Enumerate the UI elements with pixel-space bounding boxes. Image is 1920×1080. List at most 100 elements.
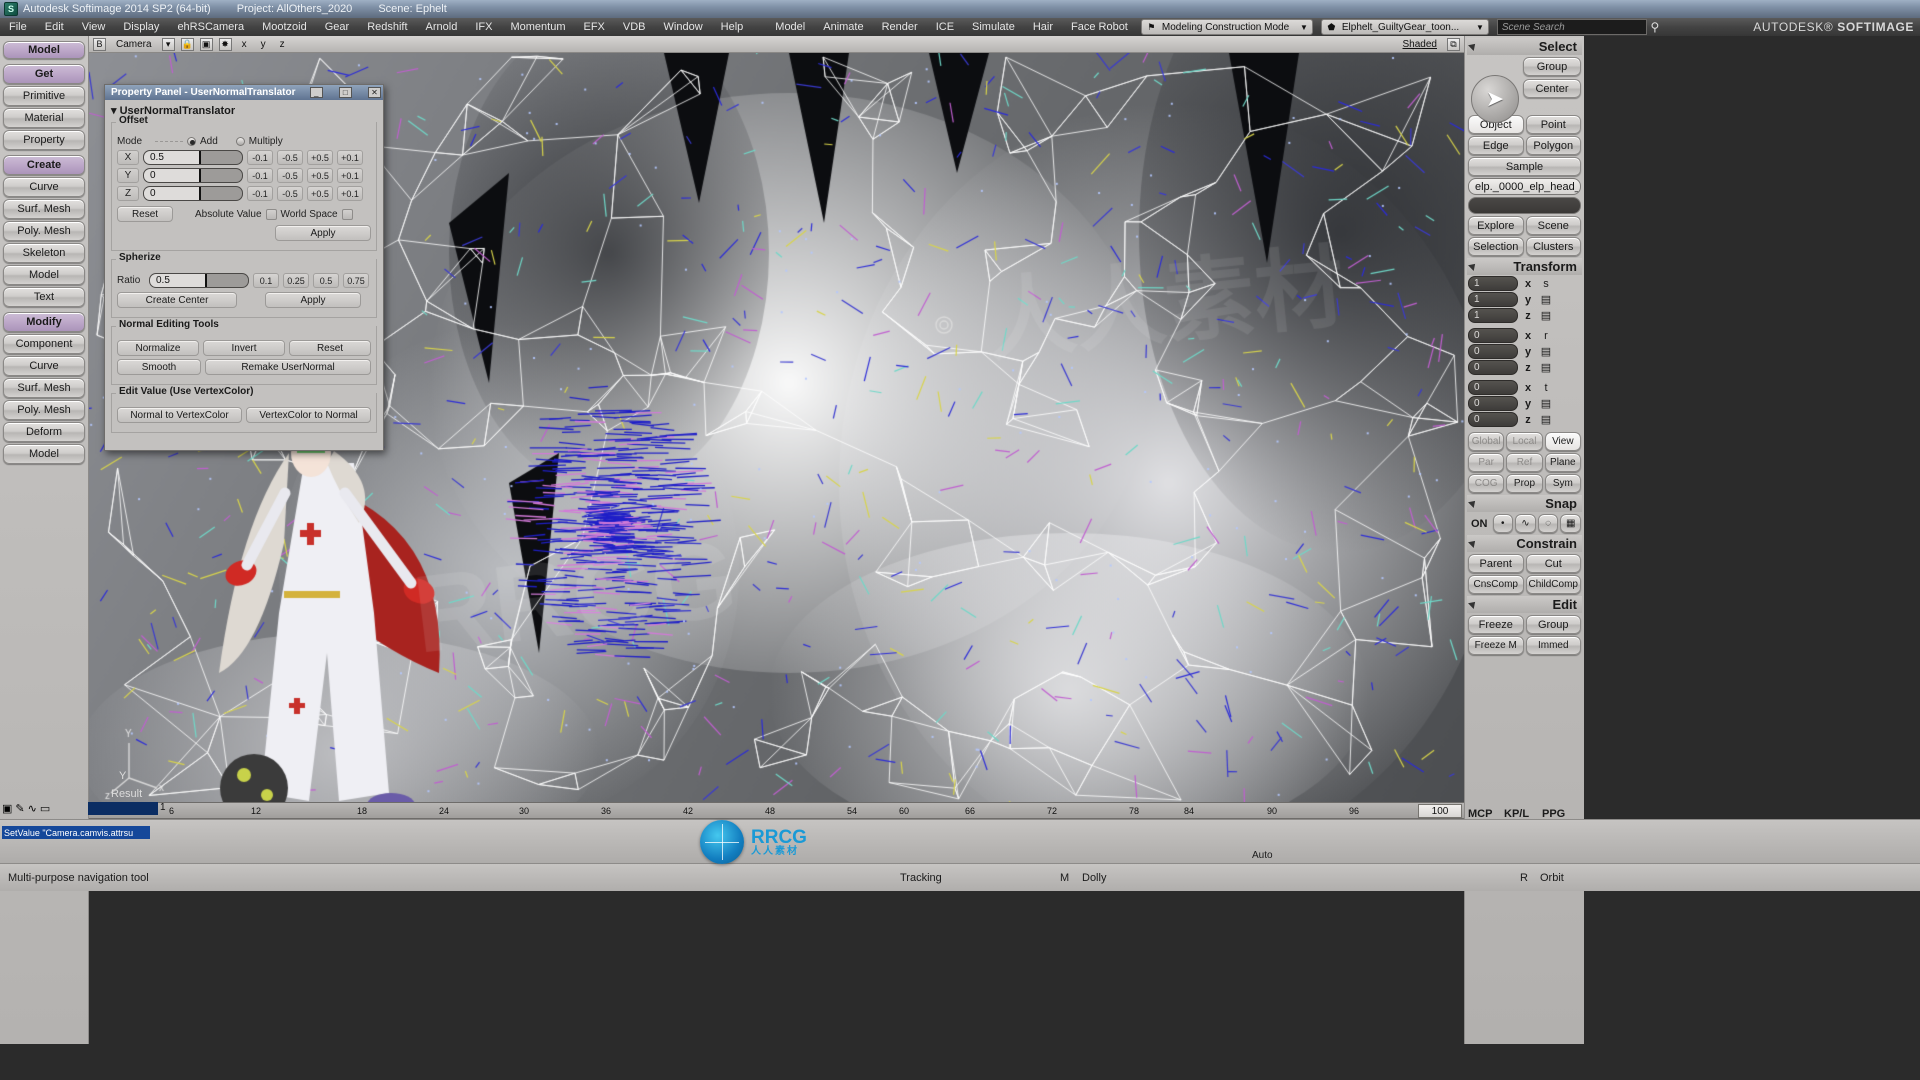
slider-thumb[interactable] <box>198 169 201 182</box>
timeline-ruler[interactable]: 6 12 18 24 30 36 42 48 54 60 66 72 78 84… <box>89 802 1464 819</box>
selection-name-field[interactable]: elp._0000_elp_head_ <box>1468 178 1581 195</box>
menu-render[interactable]: Render <box>873 18 927 36</box>
offset-z-minus-0-5[interactable]: -0.5 <box>277 186 303 201</box>
construction-mode-dropdown[interactable]: ⚑ Modeling Construction Mode ▼ <box>1140 19 1313 35</box>
kpl-tab[interactable]: KP/L <box>1504 808 1529 820</box>
cog-button[interactable]: COG <box>1468 474 1505 493</box>
offset-apply-button[interactable]: Apply <box>275 225 371 241</box>
menu-file[interactable]: File <box>0 18 36 36</box>
left-item-material[interactable]: Material <box>3 108 85 128</box>
translate-z-field[interactable]: 0 <box>1468 412 1518 427</box>
ref-mode-local[interactable]: Local <box>1506 432 1543 451</box>
left-item-primitive[interactable]: Primitive <box>3 86 85 106</box>
sym-button[interactable]: Sym <box>1544 474 1581 493</box>
world-space-checkbox[interactable] <box>341 208 353 220</box>
offset-y-plus-0-1[interactable]: +0.1 <box>337 168 363 183</box>
menu-gear[interactable]: Gear <box>316 18 358 36</box>
menu-ehrscamera[interactable]: ehRSCamera <box>168 18 253 36</box>
viewport-letter-badge[interactable]: B <box>93 37 106 51</box>
offset-y-minus-0-5[interactable]: -0.5 <box>277 168 303 183</box>
spherize-preset-0-5[interactable]: 0.5 <box>313 273 339 288</box>
left-item-skeleton[interactable]: Skeleton <box>3 243 85 263</box>
viewport-header[interactable]: B Camera ▾ 🔒 ▣ ✸ x y z Shaded ⧉ <box>89 36 1464 53</box>
main-menu-bar[interactable]: File Edit View Display ehRSCamera Mootzo… <box>0 18 1920 36</box>
offset-x-minus-0-1[interactable]: -0.1 <box>247 150 273 165</box>
left-group-get[interactable]: Get <box>3 64 85 84</box>
ref-plane-button[interactable]: Plane <box>1544 453 1581 472</box>
menu-vdb[interactable]: VDB <box>614 18 655 36</box>
constrain-cnscomp-button[interactable]: CnsComp <box>1468 575 1524 594</box>
left-toolbar-title[interactable]: Model <box>3 41 85 59</box>
selection-button[interactable]: Selection <box>1468 237 1524 256</box>
left-item-text[interactable]: Text <box>3 287 85 307</box>
lock-icon[interactable]: 🔒 <box>180 37 194 51</box>
scene-object-dropdown[interactable]: ⬟ Elphelt_GuiltyGear_toon... ▼ <box>1320 19 1489 35</box>
clusters-button[interactable]: Clusters <box>1525 237 1581 256</box>
normalize-button[interactable]: Normalize <box>117 340 199 356</box>
offset-z-minus-0-1[interactable]: -0.1 <box>247 186 273 201</box>
ref-ref-button[interactable]: Ref <box>1506 453 1543 472</box>
slider-thumb[interactable] <box>198 187 201 200</box>
rotate-z-field[interactable]: 0 <box>1468 360 1518 375</box>
edit-group-button[interactable]: Group <box>1525 615 1581 634</box>
ref-par-button[interactable]: Par <box>1468 453 1505 472</box>
left-item-model-2[interactable]: Model <box>3 444 85 464</box>
translate-extra-icon[interactable]: ▤ <box>1538 412 1554 427</box>
edit-freeze-m-button[interactable]: Freeze M <box>1468 636 1524 655</box>
select-filter-edge[interactable]: Edge <box>1468 136 1524 155</box>
axis-x-toggle[interactable]: x <box>238 39 251 50</box>
snap-point-icon[interactable]: • <box>1492 514 1514 533</box>
pencil-tool-icon[interactable]: ✎ <box>15 802 24 815</box>
scale-x-field[interactable]: 1 <box>1468 276 1518 291</box>
search-icon[interactable]: ⚲ <box>1647 19 1663 35</box>
box-tool-icon[interactable]: ▭ <box>40 802 50 815</box>
left-item-component[interactable]: Component <box>3 334 85 354</box>
scale-icon[interactable]: s <box>1538 276 1554 291</box>
tool-icon-strip[interactable]: ▣ ✎ ∿ ▭ <box>2 802 50 815</box>
menu-ice[interactable]: ICE <box>927 18 963 36</box>
right-command-panel[interactable]: Select ➤ Group Center Object Point Edge … <box>1464 36 1584 1044</box>
auto-key-label[interactable]: Auto <box>1252 850 1273 861</box>
translate-y-field[interactable]: 0 <box>1468 396 1518 411</box>
menu-momentum[interactable]: Momentum <box>501 18 574 36</box>
normal-reset-button[interactable]: Reset <box>289 340 371 356</box>
pointer-tool-icon[interactable]: ▣ <box>2 802 12 815</box>
select-section-header[interactable]: Select <box>1467 38 1582 55</box>
left-toolbar[interactable]: Model Get Primitive Material Property Cr… <box>0 36 89 1044</box>
rotate-y-field[interactable]: 0 <box>1468 344 1518 359</box>
scene-button[interactable]: Scene <box>1525 216 1581 235</box>
ref-mode-global[interactable]: Global <box>1468 432 1505 451</box>
scale-z-field[interactable]: 1 <box>1468 308 1518 323</box>
translate-x-field[interactable]: 0 <box>1468 380 1518 395</box>
offset-mode-multiply-radio[interactable] <box>235 137 245 146</box>
cursor-arrow-icon[interactable]: ➤ <box>1471 75 1519 123</box>
menu-display[interactable]: Display <box>114 18 168 36</box>
rotate-icon[interactable]: r <box>1538 328 1554 343</box>
left-item-model[interactable]: Model <box>3 265 85 285</box>
offset-z-plus-0-1[interactable]: +0.1 <box>337 186 363 201</box>
viewport-maximize-icon[interactable]: ⧉ <box>1447 37 1460 51</box>
menu-window[interactable]: Window <box>655 18 712 36</box>
offset-reset-button[interactable]: Reset <box>117 206 173 222</box>
camera-icon[interactable]: ▣ <box>199 37 213 51</box>
create-center-button[interactable]: Create Center <box>117 292 237 308</box>
minimize-icon[interactable]: _ <box>309 87 323 98</box>
left-item-surf-mesh[interactable]: Surf. Mesh <box>3 199 85 219</box>
menu-view[interactable]: View <box>73 18 115 36</box>
constrain-parent-button[interactable]: Parent <box>1468 554 1524 573</box>
offset-z-slider[interactable]: 0 <box>143 186 243 201</box>
menu-hair[interactable]: Hair <box>1024 18 1062 36</box>
constrain-childcomp-button[interactable]: ChildComp <box>1525 575 1581 594</box>
slider-thumb[interactable] <box>204 274 207 287</box>
scale-extra-icon[interactable]: ▤ <box>1538 308 1554 323</box>
snap-section-header[interactable]: Snap <box>1467 495 1582 512</box>
edit-immed-button[interactable]: Immed <box>1525 636 1581 655</box>
menu-help[interactable]: Help <box>712 18 753 36</box>
maximize-icon[interactable]: □ <box>338 87 352 98</box>
close-icon[interactable]: ✕ <box>367 87 381 98</box>
snap-curve-icon[interactable]: ∿ <box>1515 514 1536 533</box>
spherize-preset-0-25[interactable]: 0.25 <box>283 273 309 288</box>
edit-freeze-button[interactable]: Freeze <box>1468 615 1524 634</box>
scale-y-field[interactable]: 1 <box>1468 292 1518 307</box>
chevron-down-icon[interactable]: ▾ <box>161 37 175 51</box>
